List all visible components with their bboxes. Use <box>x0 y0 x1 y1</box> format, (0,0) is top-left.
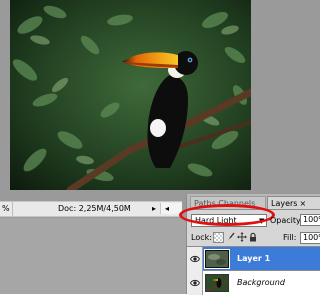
tab-paths-channels[interactable]: Paths Channels <box>190 196 266 209</box>
chevron-down-icon[interactable]: ▼ <box>259 217 264 225</box>
layer-name[interactable]: Layer 1 <box>237 254 270 263</box>
blend-mode-value: Hard Light <box>195 216 237 225</box>
layer-row-background[interactable]: Background <box>187 271 320 295</box>
background-thumbnail <box>205 274 229 292</box>
layer-row-layer-1[interactable]: Layer 1 <box>187 247 320 271</box>
tab-paths-channels-label: Paths Channels <box>194 199 256 208</box>
scroll-left-icon[interactable]: ◂ <box>165 203 169 214</box>
close-icon[interactable]: × <box>299 199 306 208</box>
toucan-photo[interactable] <box>10 0 251 190</box>
blend-mode-row: Hard Light ▼ Opacity: 100% <box>179 204 320 230</box>
zoom-level-field[interactable]: % <box>0 202 13 216</box>
document-canvas-window: % Doc: 2,25M/4,50M ▸ ◂ <box>0 0 320 218</box>
padlock-icon[interactable] <box>247 232 258 243</box>
fill-label: Fill: <box>283 233 297 242</box>
status-bar: % Doc: 2,25M/4,50M ▸ ◂ <box>0 201 182 217</box>
brush-icon[interactable] <box>225 232 236 243</box>
opacity-input[interactable]: 100% <box>300 214 320 226</box>
layer-name[interactable]: Background <box>237 278 285 287</box>
layer-list: Layer 1 Background <box>187 246 320 295</box>
lock-label: Lock: <box>191 233 212 242</box>
lock-row: Lock: Fill: 100% <box>187 231 320 245</box>
toucan-image <box>10 0 251 190</box>
eye-icon <box>190 279 200 287</box>
layer-1-thumbnail <box>204 249 230 269</box>
triangle-right-icon[interactable]: ▸ <box>149 203 159 214</box>
horizontal-scrollbar[interactable]: ◂ <box>160 203 182 214</box>
tab-layers-label: Layers <box>271 199 298 208</box>
visibility-toggle[interactable] <box>187 271 203 295</box>
blend-mode-select[interactable]: Hard Light <box>191 214 267 227</box>
layers-panel: Paths Channels Layers × Hard Light ▼ Opac… <box>179 194 320 295</box>
panel-tab-strip: Paths Channels Layers × <box>187 194 320 210</box>
opacity-label: Opacity: <box>270 216 303 225</box>
move-icon[interactable] <box>236 232 247 243</box>
zoom-level-text: % <box>2 204 10 213</box>
eye-icon <box>190 255 200 263</box>
workspace-background <box>0 218 186 294</box>
visibility-toggle[interactable] <box>187 247 203 271</box>
fill-input[interactable]: 100% <box>300 232 320 244</box>
lock-transparent-icon[interactable] <box>213 232 224 243</box>
tab-layers[interactable]: Layers × <box>267 196 320 209</box>
document-size: Doc: 2,25M/4,50M <box>58 204 131 213</box>
